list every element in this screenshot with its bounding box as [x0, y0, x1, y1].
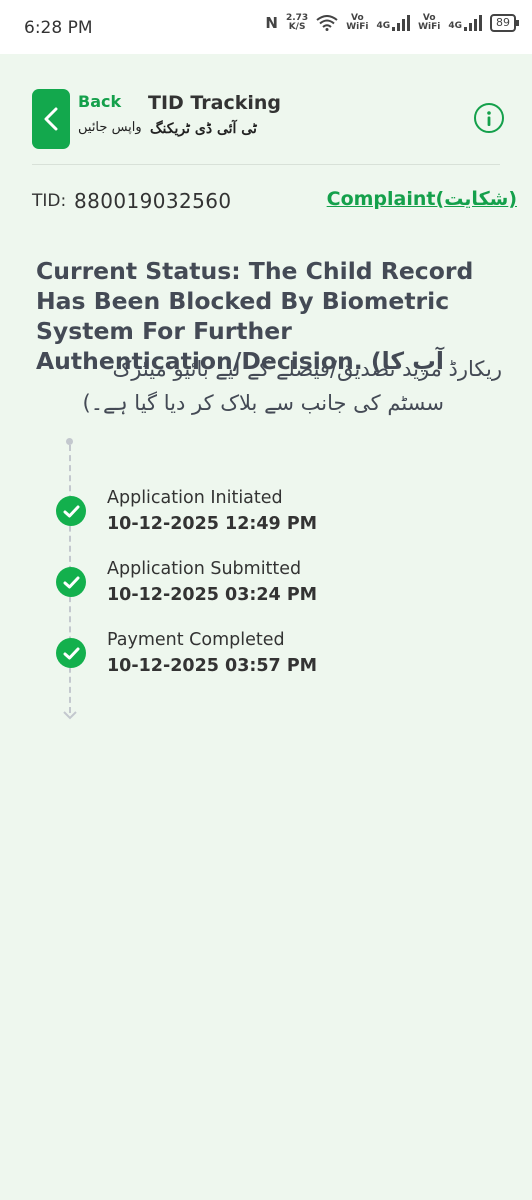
complaint-link[interactable]: Complaint(شکایت) — [327, 188, 517, 210]
check-circle-icon — [56, 638, 86, 668]
tid-value: 880019032560 — [74, 189, 232, 213]
tid-label: TID: — [32, 191, 67, 211]
battery-icon: 89 — [490, 14, 519, 32]
timeline-step-date: 10-12-2025 03:57 PM — [107, 656, 318, 676]
timeline-step-title: Payment Completed — [107, 630, 285, 650]
chevron-left-icon — [44, 107, 58, 131]
page-title: TID Tracking — [148, 92, 282, 114]
check-circle-icon — [56, 567, 86, 597]
status-icons: N 2.73 K/S Vo WiFi 4G Vo WiFi 4G 89 — [265, 13, 519, 32]
back-button[interactable] — [32, 89, 70, 149]
status-time: 6:28 PM — [24, 18, 93, 38]
current-status-urdu-line-2: ریکارڈ مزید تصدیق/فیصلے کے لیے بائیو میٹ… — [112, 357, 502, 381]
timeline-step-title: Application Submitted — [107, 559, 302, 579]
chevron-down-icon — [63, 711, 77, 720]
timeline-step-date: 10-12-2025 12:49 PM — [107, 514, 318, 534]
net-speed: 2.73 K/S — [285, 13, 309, 32]
timeline-step-date: 10-12-2025 03:24 PM — [107, 585, 318, 605]
check-circle-icon — [56, 496, 86, 526]
signal-2: 4G — [448, 15, 482, 31]
signal-bars-icon — [392, 15, 411, 31]
signal-1: 4G — [376, 15, 411, 31]
vowifi-2: Vo WiFi — [418, 13, 441, 32]
header-divider — [32, 164, 500, 165]
timeline-step-title: Application Initiated — [107, 488, 283, 508]
current-status-urdu-line-3: سسٹم کی جانب سے بلاک کر دیا گیا ہے۔) — [82, 391, 444, 415]
nfc-icon: N — [265, 14, 278, 32]
status-bar: 6:28 PM N 2.73 K/S Vo WiFi 4G Vo WiFi 4G — [0, 0, 532, 54]
signal-bars-icon — [464, 15, 482, 31]
info-button[interactable] — [474, 103, 504, 133]
info-icon — [487, 110, 491, 126]
vowifi-1: Vo WiFi — [346, 13, 369, 32]
page-title-urdu: ٹی آئی ڈی ٹریکنگ — [150, 121, 257, 137]
back-label[interactable]: Back — [78, 92, 121, 111]
wifi-icon — [316, 15, 338, 31]
back-label-urdu[interactable]: واپس جائیں — [78, 120, 142, 135]
timeline-start-dot — [66, 438, 73, 445]
